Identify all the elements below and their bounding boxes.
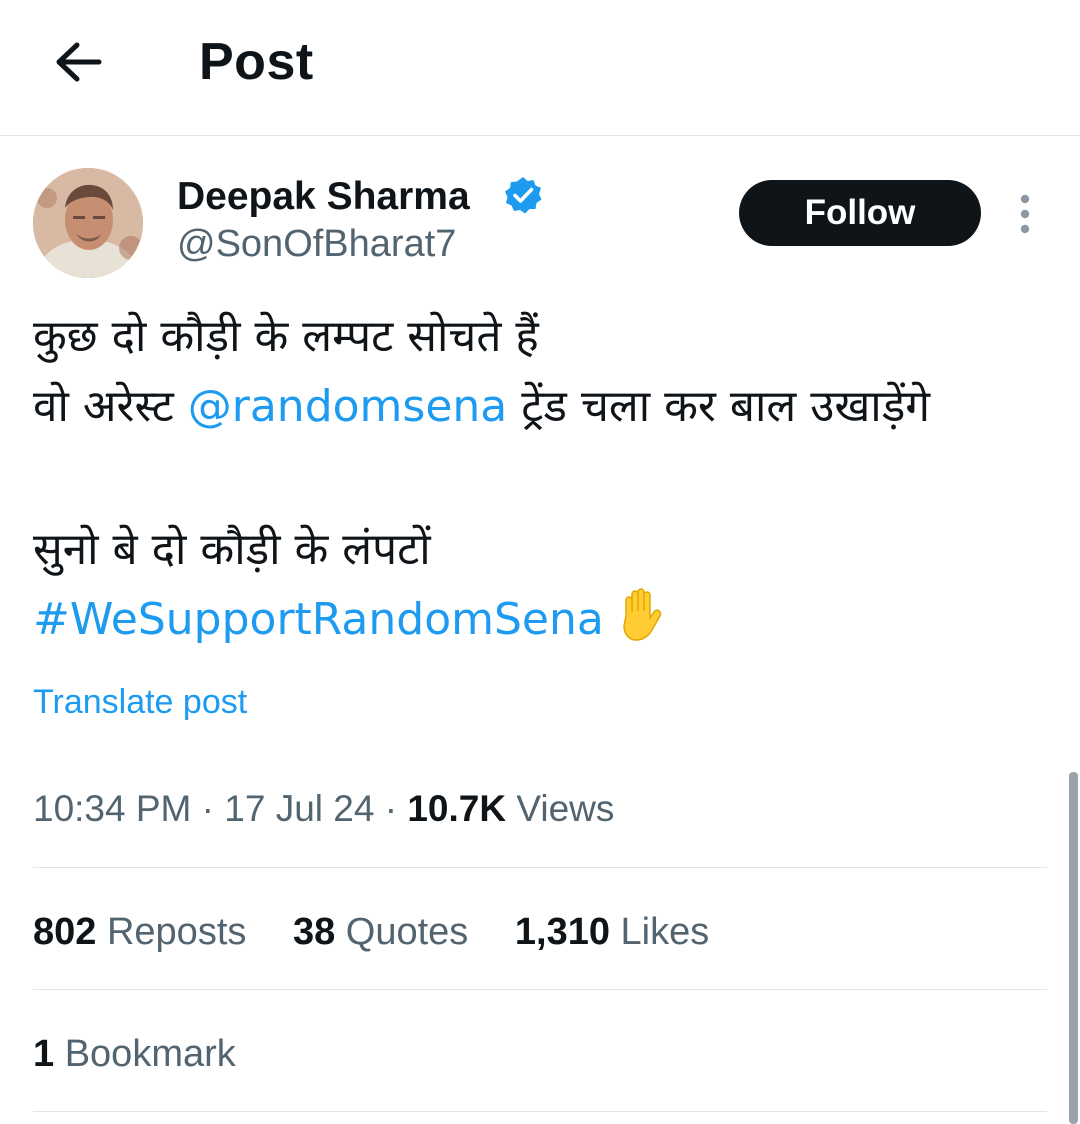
views-count: 10.7K (407, 788, 507, 829)
page-title: Post (199, 33, 314, 91)
divider (33, 867, 1047, 868)
likes-count: 1,310 (514, 911, 610, 953)
reposts-label: Reposts (106, 911, 247, 953)
post-time[interactable]: 10:34 PM (33, 788, 191, 829)
post-line: वो अरेस्ट @randomsena ट्रेंड चला कर बाल … (33, 372, 1053, 442)
post-text-segment: वो अरेस्ट (33, 381, 188, 432)
divider (33, 989, 1047, 990)
raised-hand-icon (614, 586, 668, 663)
author-name[interactable]: Deepak Sharma (177, 174, 470, 220)
reposts-count: 802 (33, 911, 97, 953)
bookmarks-stat[interactable]: 1 Bookmark (33, 1030, 236, 1078)
post-detail-screen: Post Deepak Sharma @SonOfBharat7 Follow … (0, 0, 1080, 1124)
scrollbar[interactable] (1069, 772, 1078, 1124)
quotes-stat[interactable]: 38 Quotes (293, 908, 468, 956)
more-vertical-icon (1020, 194, 1030, 234)
verified-badge-icon (505, 177, 542, 214)
meta-separator: · (374, 788, 408, 829)
divider (33, 1111, 1047, 1112)
bookmarks-label: Bookmark (64, 1033, 236, 1075)
author-handle[interactable]: @SonOfBharat7 (177, 222, 456, 266)
follow-button[interactable]: Follow (739, 180, 981, 246)
hashtag-link[interactable]: #WeSupportRandomSena (33, 594, 604, 645)
arrow-left-icon (56, 42, 102, 82)
bookmarks-count: 1 (33, 1033, 55, 1075)
more-options-button[interactable] (1008, 192, 1042, 236)
quotes-label: Quotes (345, 911, 469, 953)
post-line: कुछ दो कौड़ी के लम्पट सोचते हैं (33, 311, 539, 362)
profile-photo (33, 168, 143, 278)
post-line: #WeSupportRandomSena (33, 585, 1053, 655)
likes-label: Likes (620, 911, 710, 953)
top-bar: Post (0, 0, 1080, 136)
mention-link[interactable]: @randomsena (188, 381, 508, 432)
translate-post-link[interactable]: Translate post (33, 680, 247, 724)
engagement-stats: 802 Reposts 38 Quotes 1,310 Likes (33, 908, 745, 956)
back-button[interactable] (48, 34, 108, 90)
meta-separator: · (191, 788, 225, 829)
reposts-stat[interactable]: 802 Reposts (33, 908, 246, 956)
avatar[interactable] (33, 168, 143, 278)
post-text-segment: ट्रेंड चला कर बाल उखाड़ेंगे (507, 381, 931, 432)
quotes-count: 38 (292, 911, 336, 953)
likes-stat[interactable]: 1,310 Likes (515, 908, 709, 956)
views-label: Views (516, 788, 615, 829)
post-date[interactable]: 17 Jul 24 (224, 788, 374, 829)
post-text: कुछ दो कौड़ी के लम्पट सोचते हैं वो अरेस्… (33, 302, 1053, 655)
post-line: सुनो बे दो कौड़ी के लंपटों (33, 524, 431, 575)
post-meta: 10:34 PM · 17 Jul 24 · 10.7K Views (33, 785, 614, 833)
